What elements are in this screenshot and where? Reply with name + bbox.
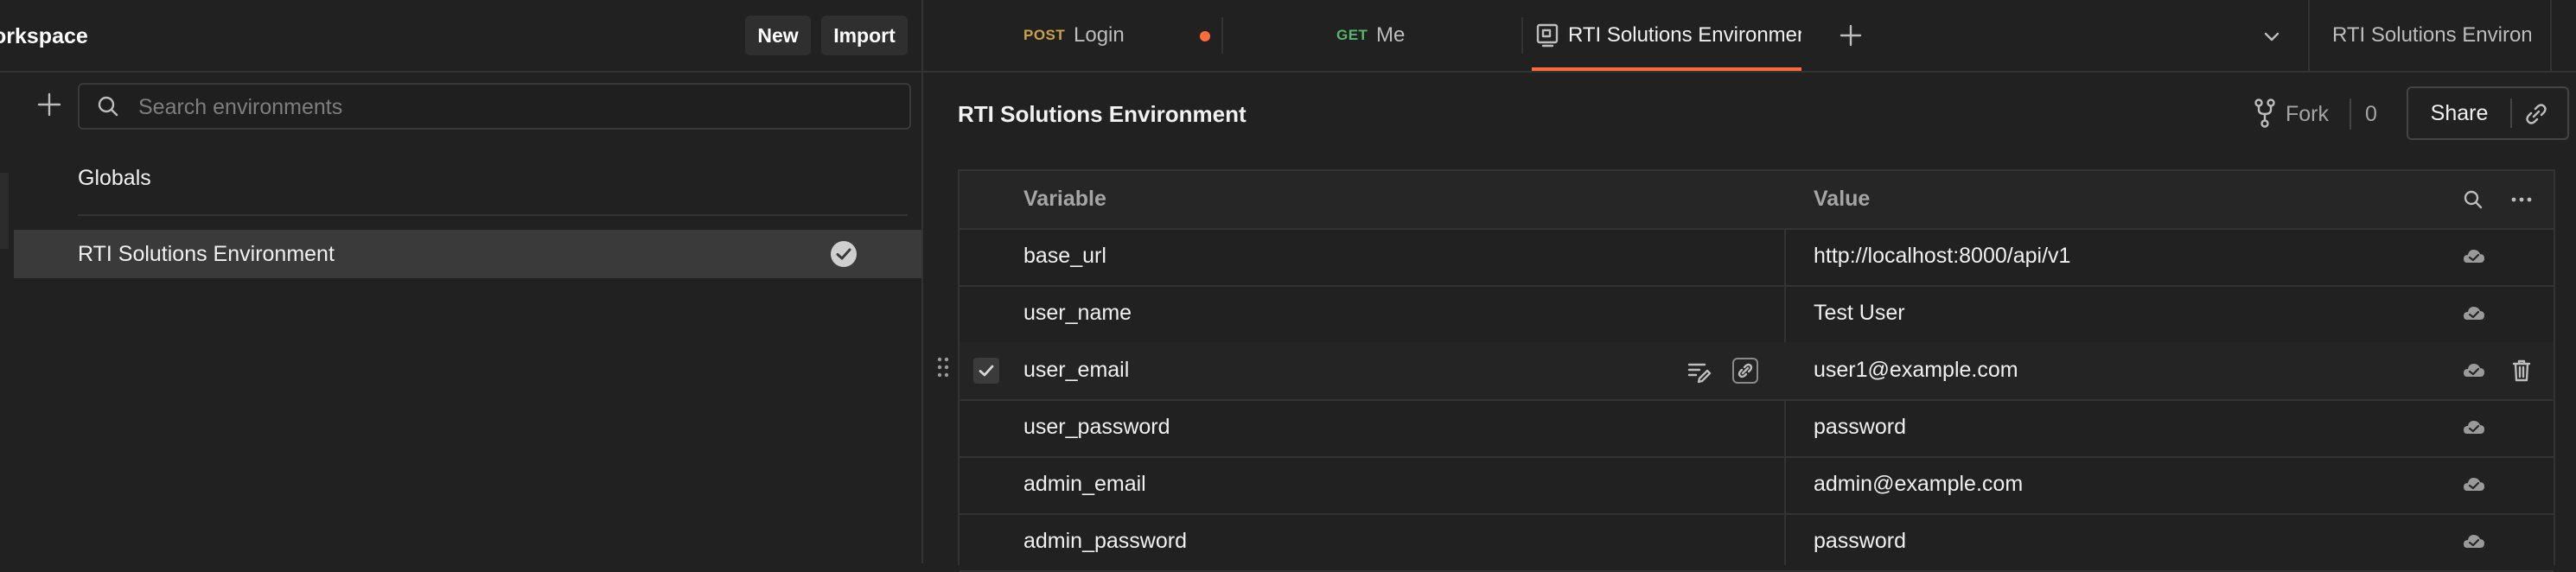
active-tab-underline [1532,67,1801,71]
method-badge: GET [1336,27,1368,43]
row-enabled-checkbox[interactable] [973,358,999,384]
variables-table: Variable Value base_url http://localhost:… [958,169,2555,572]
table-row[interactable]: base_url http://localhost:8000/api/v1 [960,228,2554,287]
environment-icon [1536,23,1559,48]
share-button[interactable]: Share [2408,88,2510,138]
share-button-group: Share [2407,86,2569,140]
unsaved-dot [1200,31,1210,41]
more-options-icon[interactable] [2509,188,2535,211]
variable-value[interactable]: password [1814,399,1906,454]
import-button[interactable]: Import [821,16,908,55]
variable-name[interactable]: base_url [1023,228,1106,283]
search-input[interactable] [137,85,892,130]
workspace-title: orkspace [0,24,88,48]
add-environment-icon[interactable] [36,92,62,118]
sidebar-item-globals[interactable]: Globals [14,154,921,202]
new-tab-plus-icon[interactable] [1838,22,1864,48]
new-button[interactable]: New [745,16,811,55]
cloud-synced-icon [2464,250,2484,263]
environment-selector[interactable]: RTI Solutions Environ... [2332,18,2531,53]
table-row[interactable]: user_email user1@example.com [960,342,2554,401]
cloud-synced-icon [2464,535,2484,548]
value-column-header: Value [1814,187,1871,211]
search-box [78,83,911,130]
trash-icon[interactable] [2510,359,2533,383]
method-badge: POST [1023,27,1066,43]
table-row[interactable]: user_name Test User [960,285,2554,344]
divider [2550,0,2552,71]
sidebar-edge [0,173,9,249]
fork-icon [2254,99,2275,128]
active-environment-check-icon[interactable] [830,240,858,268]
table-header: Variable Value [960,171,2554,230]
environment-title: RTI Solutions Environment [958,101,1247,127]
divider [2510,99,2512,128]
table-row[interactable]: user_password password [960,399,2554,458]
cloud-synced-icon [2464,307,2484,320]
cloud-synced-icon [2464,364,2484,377]
variable-value[interactable]: http://localhost:8000/api/v1 [1814,228,2070,283]
variable-name[interactable]: user_email [1023,342,1129,397]
divider [2350,99,2351,130]
link-icon[interactable] [2522,100,2550,128]
chevron-down-icon[interactable] [2261,26,2282,47]
variable-value[interactable]: password [1814,513,1906,569]
tab-get-me[interactable]: GET Me [1224,0,1518,71]
tab-environment-active[interactable]: RTI Solutions Environmen [1532,0,1801,71]
divider [78,214,908,216]
environments-sidebar [0,73,921,563]
variable-value[interactable]: admin@example.com [1814,456,2023,512]
cloud-synced-icon [2464,421,2484,434]
variable-name[interactable]: user_name [1023,285,1132,340]
tab-post-login[interactable]: POST Login [925,0,1219,71]
variable-name[interactable]: admin_email [1023,456,1146,512]
sidebar-item-label: RTI Solutions Environment [78,242,335,266]
variable-name[interactable]: admin_password [1023,513,1187,569]
divider [2308,0,2310,71]
edit-description-icon[interactable] [1686,358,1712,384]
link-variable-button[interactable] [1732,358,1758,384]
fork-button[interactable]: Fork [2286,97,2329,131]
sidebar-item-label: Globals [78,166,151,190]
tab-label: Me [1376,23,1406,47]
tab-label: RTI Solutions Environmen [1568,23,1801,47]
variable-column-header: Variable [1023,187,1106,211]
link-icon [1738,363,1753,378]
fork-count: 0 [2365,102,2377,126]
search-icon[interactable] [2462,188,2484,211]
table-row[interactable]: admin_email admin@example.com [960,456,2554,515]
cloud-synced-icon [2464,478,2484,491]
variable-value[interactable]: Test User [1814,285,1905,340]
drag-handle-icon[interactable] [935,354,951,380]
tab-separator [1221,17,1223,54]
sidebar-item-rti-solutions-environment[interactable]: RTI Solutions Environment [14,230,921,278]
tab-separator [1521,17,1523,54]
pane-divider [921,0,923,563]
variable-value[interactable]: user1@example.com [1814,342,2018,397]
checkmark-icon [979,365,994,377]
search-icon [98,96,118,117]
tab-label: Login [1074,23,1125,47]
variable-name[interactable]: user_password [1023,399,1170,454]
